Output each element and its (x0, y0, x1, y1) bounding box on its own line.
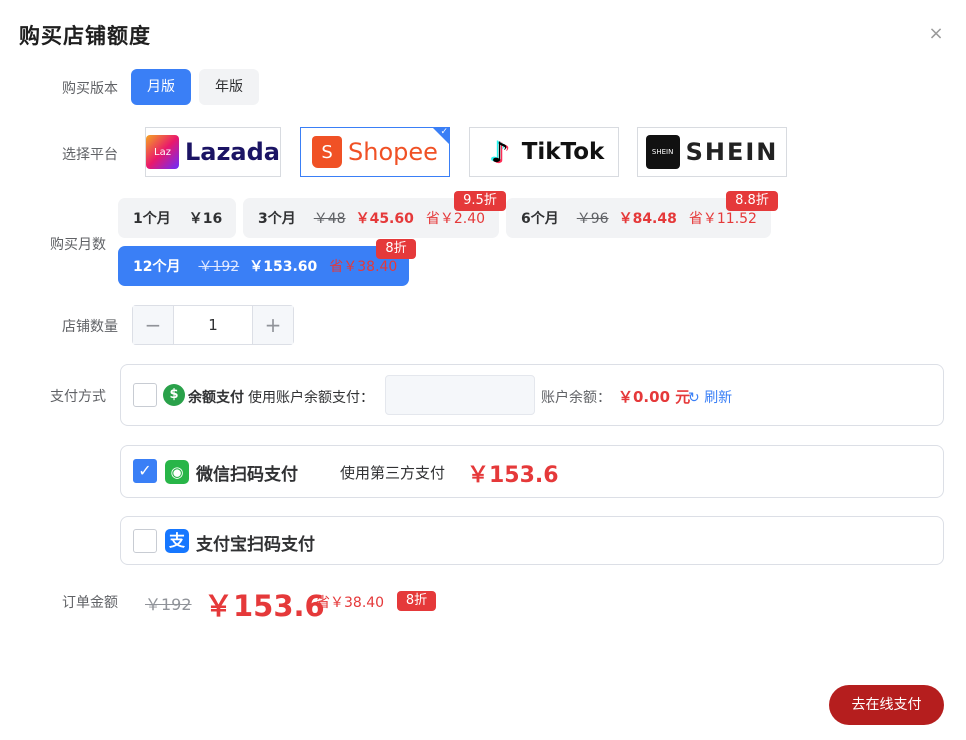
order-label: 订单金额 (62, 595, 118, 611)
discount-badge: 8.8折 (726, 191, 778, 211)
month-save: 省￥38.40 (329, 259, 398, 275)
discount-badge: 9.5折 (454, 191, 506, 211)
discount-badge: 8折 (376, 239, 416, 259)
close-icon[interactable]: × (928, 25, 944, 43)
refresh-label: 刷新 (704, 390, 733, 406)
payment-alipay[interactable]: 支 支付宝扫码支付 (120, 516, 944, 565)
platform-name: Lazada (184, 138, 280, 166)
shopee-logo-icon: S (312, 136, 343, 168)
order-save: 省￥38.40 (316, 595, 385, 611)
platform-name: TikTok (521, 139, 605, 165)
version-monthly-button[interactable]: 月版 (131, 69, 191, 105)
dialog-title: 购买店铺额度 (19, 24, 151, 48)
quantity-label: 店铺数量 (62, 319, 118, 335)
month-price: ￥153.60 (249, 259, 318, 275)
quantity-input[interactable]: 1 (173, 306, 253, 344)
refresh-icon: ↻ (688, 390, 700, 406)
tiktok-logo-icon: ♪ (483, 135, 516, 169)
plus-button[interactable]: + (253, 306, 293, 344)
account-balance-label: 账户余额： (541, 390, 611, 406)
wechat-title: 微信扫码支付 (196, 465, 298, 485)
account-balance-value: ￥0.00 元 (618, 388, 691, 406)
order-price: ￥153.6 (204, 589, 325, 623)
order-old-price: ￥192 (145, 595, 192, 614)
platform-name: SHEIN (685, 138, 779, 166)
month-save: 省￥11.52 (688, 211, 757, 227)
platform-name: Shopee (348, 138, 438, 166)
version-yearly-button[interactable]: 年版 (199, 69, 259, 105)
platform-lazada[interactable]: Laz Lazada (145, 127, 281, 177)
balance-title: 余额支付 (188, 390, 244, 406)
check-icon: ✓ (440, 127, 448, 137)
balance-amount-input[interactable] (385, 375, 535, 415)
lazada-logo-icon: Laz (146, 135, 179, 169)
version-label: 购买版本 (62, 81, 118, 97)
quantity-stepper: − 1 + (132, 305, 294, 345)
shein-logo-icon: SHEIN (645, 135, 680, 169)
month-old-price: ￥192 (198, 259, 240, 275)
month-price: ￥84.48 (618, 211, 677, 227)
month-label: 6个月 (521, 211, 559, 227)
alipay-title: 支付宝扫码支付 (196, 535, 315, 555)
month-label: 3个月 (258, 211, 296, 227)
refresh-button[interactable]: ↻ 刷新 (688, 387, 732, 407)
balance-checkbox[interactable] (133, 383, 157, 407)
wechat-checkbox[interactable]: ✓ (133, 459, 157, 483)
alipay-checkbox[interactable] (133, 529, 157, 553)
month-price: ￥16 (188, 211, 223, 227)
month-save: 省￥2.40 (425, 211, 486, 227)
payment-label: 支付方式 (50, 389, 106, 405)
month-option-1[interactable]: 1个月 ￥16 (118, 198, 236, 238)
wechat-amount: ￥153.6 (467, 463, 559, 488)
wechat-icon: ◉ (165, 460, 189, 484)
months-label: 购买月数 (50, 237, 106, 253)
platform-shopee[interactable]: S Shopee ✓ (300, 127, 450, 177)
month-old-price: ￥48 (313, 211, 346, 227)
month-option-12[interactable]: 12个月 ￥192 ￥153.60 省￥38.40 (118, 246, 409, 286)
alipay-icon: 支 (165, 529, 189, 553)
month-price: ￥45.60 (355, 211, 414, 227)
wechat-desc: 使用第三方支付 (340, 464, 446, 482)
platform-tiktok[interactable]: ♪ TikTok (469, 127, 619, 177)
pay-online-button[interactable]: 去在线支付 (829, 685, 944, 725)
month-label: 12个月 (133, 259, 181, 275)
minus-button[interactable]: − (133, 306, 173, 344)
month-old-price: ￥96 (576, 211, 609, 227)
payment-wechat[interactable]: ✓ ◉ 微信扫码支付 使用第三方支付 ￥153.6 (120, 445, 944, 498)
payment-balance: $ 余额支付 使用账户余额支付： 账户余额： ￥0.00 元 ↻ 刷新 (120, 364, 944, 426)
month-label: 1个月 (133, 211, 171, 227)
balance-desc: 使用账户余额支付： (248, 390, 374, 406)
order-discount-badge: 8折 (397, 591, 436, 611)
platform-shein[interactable]: SHEIN SHEIN (637, 127, 787, 177)
money-bag-icon: $ (163, 384, 185, 406)
platform-label: 选择平台 (62, 147, 118, 163)
